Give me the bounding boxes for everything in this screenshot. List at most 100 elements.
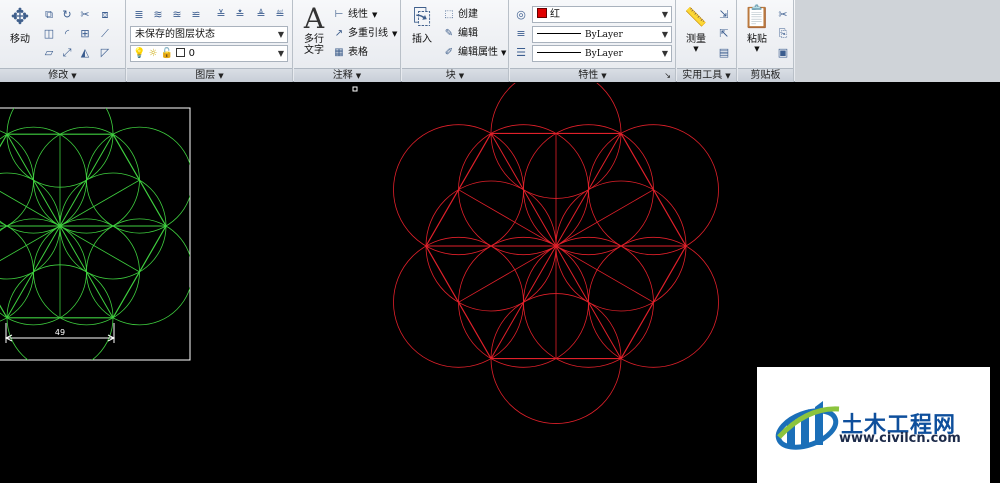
mirror-triangle-icon[interactable]: ◭	[76, 44, 94, 61]
multileader-button[interactable]: ↗ 多重引线 ▼	[332, 25, 398, 43]
layer-color-swatch	[176, 48, 186, 57]
linetype-value: ByLayer	[585, 30, 623, 40]
watermark-url: www.civilcn.com	[839, 431, 961, 446]
layers-panel: ≣ ≋ ≊ ≌ ≚ ≛ ≜ ≝ 未保存的图层状态 ▼ 💡 ☼ 🔓 0 ▼ 图层 ▼	[127, 0, 293, 82]
rotate-icon[interactable]: ↻	[58, 6, 76, 23]
block-panel-footer[interactable]: 块 ▼	[402, 68, 508, 82]
move-button[interactable]: ✥ 移动	[4, 5, 36, 46]
create-block-button[interactable]: ⬚ 创建	[442, 6, 478, 23]
layer-match-icon[interactable]: ≋	[149, 6, 167, 23]
layer-previous-icon[interactable]: ≊	[168, 6, 186, 23]
linear-dimension-icon: ⊢	[334, 9, 344, 20]
lineweight-preview	[537, 52, 581, 53]
layer-state-dropdown[interactable]: 未保存的图层状态 ▼	[130, 26, 288, 43]
create-block-icon: ⬚	[444, 9, 454, 20]
multileader-label: 多重引线	[348, 28, 388, 39]
cut-icon[interactable]: ✂	[774, 6, 792, 23]
quick-select-icon[interactable]: ⇲	[715, 6, 733, 23]
layer-unisolate-icon[interactable]: ≚	[212, 6, 230, 23]
measure-label: 测量	[686, 34, 706, 45]
chevron-down-icon: ▼	[277, 49, 284, 58]
table-icon: ▦	[334, 47, 344, 58]
move-icon: ✥	[10, 5, 30, 30]
multiline-text-label-1: 多行	[304, 34, 324, 45]
insert-block-button[interactable]: ⎘ 插入	[406, 5, 438, 46]
properties-footer-label: 特性	[578, 70, 599, 81]
edit-label: 编辑	[458, 28, 478, 39]
chevron-down-icon: ▼	[71, 72, 77, 80]
color-dropdown[interactable]: 红 ▼	[532, 6, 672, 23]
modify-footer-label: 修改	[48, 70, 69, 81]
copy-icon[interactable]: ⧉	[40, 6, 58, 23]
layers-panel-footer[interactable]: 图层 ▼	[127, 68, 292, 82]
ribbon: ✥ 移动 ⧉ ↻ ✂ ⧈ ◫ ◜ ⊞ ⟋ ▱ ⤢ ◭ ◸ 修改 ▼ ≣ ≋ ≊ ≌…	[0, 0, 1000, 82]
stretch-icon[interactable]: ▱	[40, 44, 58, 61]
layer-freeze-icon[interactable]: ≛	[231, 6, 249, 23]
chevron-down-icon: ▼	[601, 72, 607, 80]
insert-block-icon: ⎘	[413, 5, 431, 30]
offset-icon[interactable]: ⧈	[96, 6, 114, 23]
linetype-dropdown[interactable]: ByLayer ▼	[532, 26, 672, 43]
chevron-down-icon: ▼	[661, 49, 668, 58]
table-button[interactable]: ▦ 表格	[332, 44, 368, 61]
match-properties-icon[interactable]: ◎	[512, 6, 530, 23]
chevron-down-icon: ▼	[277, 30, 284, 39]
text-a-icon: A	[303, 2, 325, 35]
clipboard-panel-footer[interactable]: 剪贴板	[738, 68, 793, 82]
lineweight-dropdown[interactable]: ByLayer ▼	[532, 45, 672, 62]
linear-dimension-button[interactable]: ⊢ 线性 ▼	[332, 6, 378, 24]
edit-attributes-button[interactable]: ✐ 编辑属性 ▼	[442, 44, 507, 62]
ribbon-empty-area	[795, 0, 1000, 82]
annotation-panel: A 多行 文字 ⊢ 线性 ▼ ↗ 多重引线 ▼ ▦ 表格 注释 ▼	[294, 0, 401, 82]
edit-attributes-icon: ✐	[444, 47, 454, 58]
dialog-launcher-icon[interactable]: ↘	[664, 69, 671, 82]
lineweight-value: ByLayer	[585, 49, 623, 59]
annotation-footer-label: 注释	[332, 70, 353, 81]
edit-block-icon: ✎	[444, 28, 454, 39]
layers-footer-label: 图层	[195, 70, 216, 81]
explode-icon[interactable]: ⟋	[96, 25, 114, 42]
scale-icon[interactable]: ⤢	[58, 44, 76, 61]
layer-state-value: 未保存的图层状态	[135, 29, 215, 40]
annotation-panel-footer[interactable]: 注释 ▼	[294, 68, 400, 82]
utilities-footer-label: 实用工具	[682, 70, 723, 81]
layer-lock-icon[interactable]: ≝	[271, 6, 289, 23]
edit-block-button[interactable]: ✎ 编辑	[442, 25, 478, 42]
paste-label: 粘贴	[747, 34, 767, 45]
match-clip-icon[interactable]: ▣	[774, 44, 792, 61]
layer-properties-icon[interactable]: ≣	[130, 6, 148, 23]
chevron-down-icon: ▼	[754, 45, 760, 53]
calculator-icon[interactable]: ▤	[715, 44, 733, 61]
chevron-down-icon: ▼	[218, 72, 224, 80]
mirror-icon[interactable]: ◫	[40, 25, 58, 42]
modify-panel: ✥ 移动 ⧉ ↻ ✂ ⧈ ◫ ◜ ⊞ ⟋ ▱ ⤢ ◭ ◸ 修改 ▼	[0, 0, 126, 82]
utilities-panel-footer[interactable]: 实用工具 ▼	[677, 68, 736, 82]
trim-icon[interactable]: ✂	[76, 6, 94, 23]
create-label: 创建	[458, 9, 478, 20]
insert-label: 插入	[412, 34, 432, 45]
current-layer-dropdown[interactable]: 💡 ☼ 🔓 0 ▼	[130, 45, 288, 62]
sun-icon: ☼	[148, 48, 158, 59]
multiline-text-button[interactable]: A 多行 文字	[298, 2, 330, 57]
chevron-down-icon: ▼	[458, 72, 465, 80]
clipboard-footer-label: 剪贴板	[750, 70, 781, 81]
properties-panel-footer[interactable]: 特性 ▼ ↘	[510, 68, 675, 82]
layer-off-icon[interactable]: ≜	[252, 6, 270, 23]
chevron-down-icon: ▼	[725, 72, 731, 80]
paste-button[interactable]: 📋 粘贴 ▼	[741, 6, 773, 54]
fillet-icon[interactable]: ◜	[58, 25, 76, 42]
multiline-text-label-2: 文字	[304, 45, 324, 56]
unlock-icon: 🔓	[160, 48, 174, 59]
lineweight-icon[interactable]: ≡	[512, 25, 530, 42]
dimension-text: 49	[55, 328, 65, 337]
layer-isolate-icon[interactable]: ≌	[187, 6, 205, 23]
array-icon[interactable]: ⊞	[76, 25, 94, 42]
table-label: 表格	[348, 47, 368, 58]
select-similar-icon[interactable]: ⇱	[715, 25, 733, 42]
modify-panel-footer[interactable]: 修改 ▼	[0, 68, 125, 82]
linetype-icon[interactable]: ☰	[512, 44, 530, 61]
chamfer-icon[interactable]: ◸	[96, 44, 114, 61]
move-label: 移动	[10, 34, 30, 45]
copy-clip-icon[interactable]: ⎘	[774, 25, 792, 42]
measure-button[interactable]: 📏 测量 ▼	[680, 6, 712, 53]
